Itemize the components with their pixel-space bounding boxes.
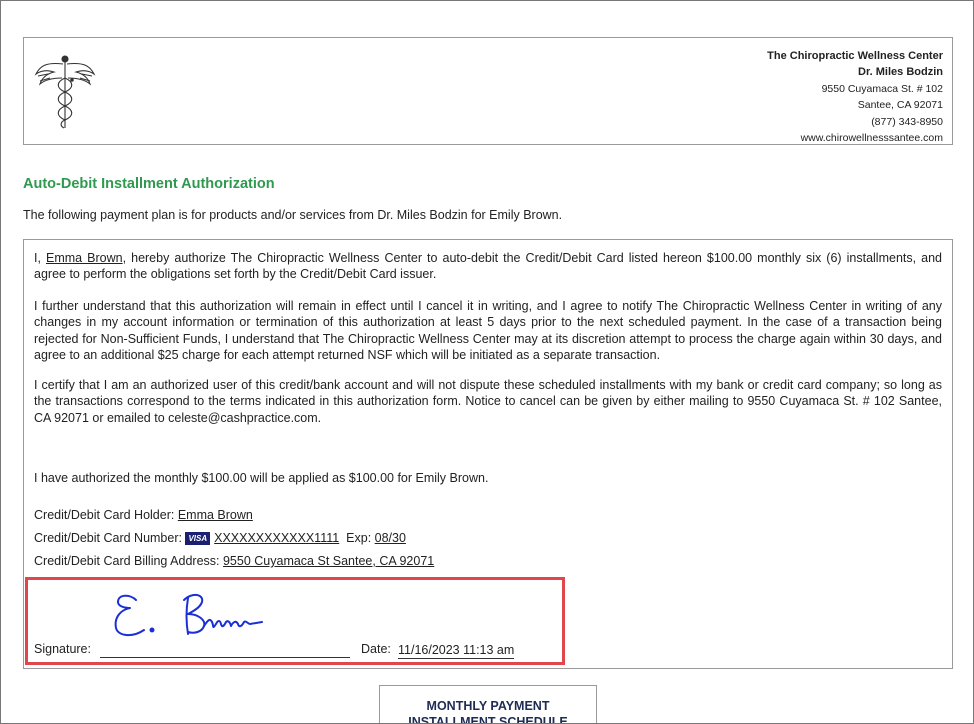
- billing-address-value: 9550 Cuyamaca St Santee, CA 92071: [222, 554, 435, 568]
- date-label: Date:: [361, 642, 391, 656]
- authorization-paragraph-4: I have authorized the monthly $100.00 wi…: [34, 471, 489, 485]
- handwritten-signature: [114, 594, 263, 636]
- clinic-header: The Chiropractic Wellness Center Dr. Mil…: [23, 37, 953, 145]
- clinic-website: www.chirowellnesssantee.com: [800, 132, 943, 145]
- card-number-value: XXXXXXXXXXXX1111: [214, 531, 340, 545]
- schedule-title-line-2: INSTALLMENT SCHEDULE: [408, 715, 568, 724]
- schedule-title: MONTHLY PAYMENT INSTALLMENT SCHEDULE: [380, 698, 596, 724]
- card-number-row: Credit/Debit Card Number: VISA XXXXXXXXXX…: [34, 531, 406, 545]
- signature-date-value: 11/16/2023 11:13 am: [398, 643, 515, 659]
- authorizer-name: Emma Brown: [46, 251, 123, 265]
- billing-address-row: Credit/Debit Card Billing Address: 9550 …: [34, 554, 434, 568]
- authorization-paragraph-2: I further understand that this authoriza…: [34, 299, 942, 363]
- card-exp-label: Exp:: [346, 531, 372, 545]
- page-title: Auto-Debit Installment Authorization: [23, 176, 275, 192]
- signature-label: Signature:: [34, 642, 91, 656]
- card-number-label: Credit/Debit Card Number:: [34, 531, 182, 545]
- signature-highlight-box: Signature: Date: 11/16/2023 11:13 am: [25, 577, 565, 665]
- billing-address-label: Credit/Debit Card Billing Address:: [34, 554, 220, 568]
- document-frame: The Chiropractic Wellness Center Dr. Mil…: [0, 0, 974, 724]
- card-exp-value: 08/30: [374, 531, 406, 545]
- caduceus-logo-icon: [34, 55, 96, 129]
- installment-schedule-box: MONTHLY PAYMENT INSTALLMENT SCHEDULE: [379, 685, 597, 724]
- clinic-name: The Chiropractic Wellness Center: [767, 50, 943, 62]
- p1-prefix: I,: [34, 251, 46, 265]
- intro-text: The following payment plan is for produc…: [23, 208, 563, 222]
- p1-rest: , hereby authorize The Chiropractic Well…: [34, 251, 942, 282]
- clinic-street: 9550 Cuyamaca St. # 102: [821, 82, 943, 95]
- clinic-info: The Chiropractic Wellness Center Dr. Mil…: [767, 48, 943, 146]
- card-holder-label: Credit/Debit Card Holder:: [34, 508, 175, 522]
- schedule-title-line-1: MONTHLY PAYMENT: [426, 699, 550, 713]
- card-holder-row: Credit/Debit Card Holder: Emma Brown: [34, 508, 253, 522]
- card-holder-value: Emma Brown: [177, 508, 253, 522]
- clinic-phone: (877) 343-8950: [871, 115, 943, 128]
- clinic-city: Santee, CA 92071: [857, 99, 943, 112]
- doctor-name: Dr. Miles Bodzin: [858, 66, 943, 79]
- signature-line[interactable]: [100, 657, 350, 658]
- authorization-paragraph-1: I, Emma Brown, hereby authorize The Chir…: [34, 250, 942, 283]
- visa-card-icon: VISA: [185, 532, 211, 545]
- authorization-paragraph-3: I certify that I am an authorized user o…: [34, 378, 942, 425]
